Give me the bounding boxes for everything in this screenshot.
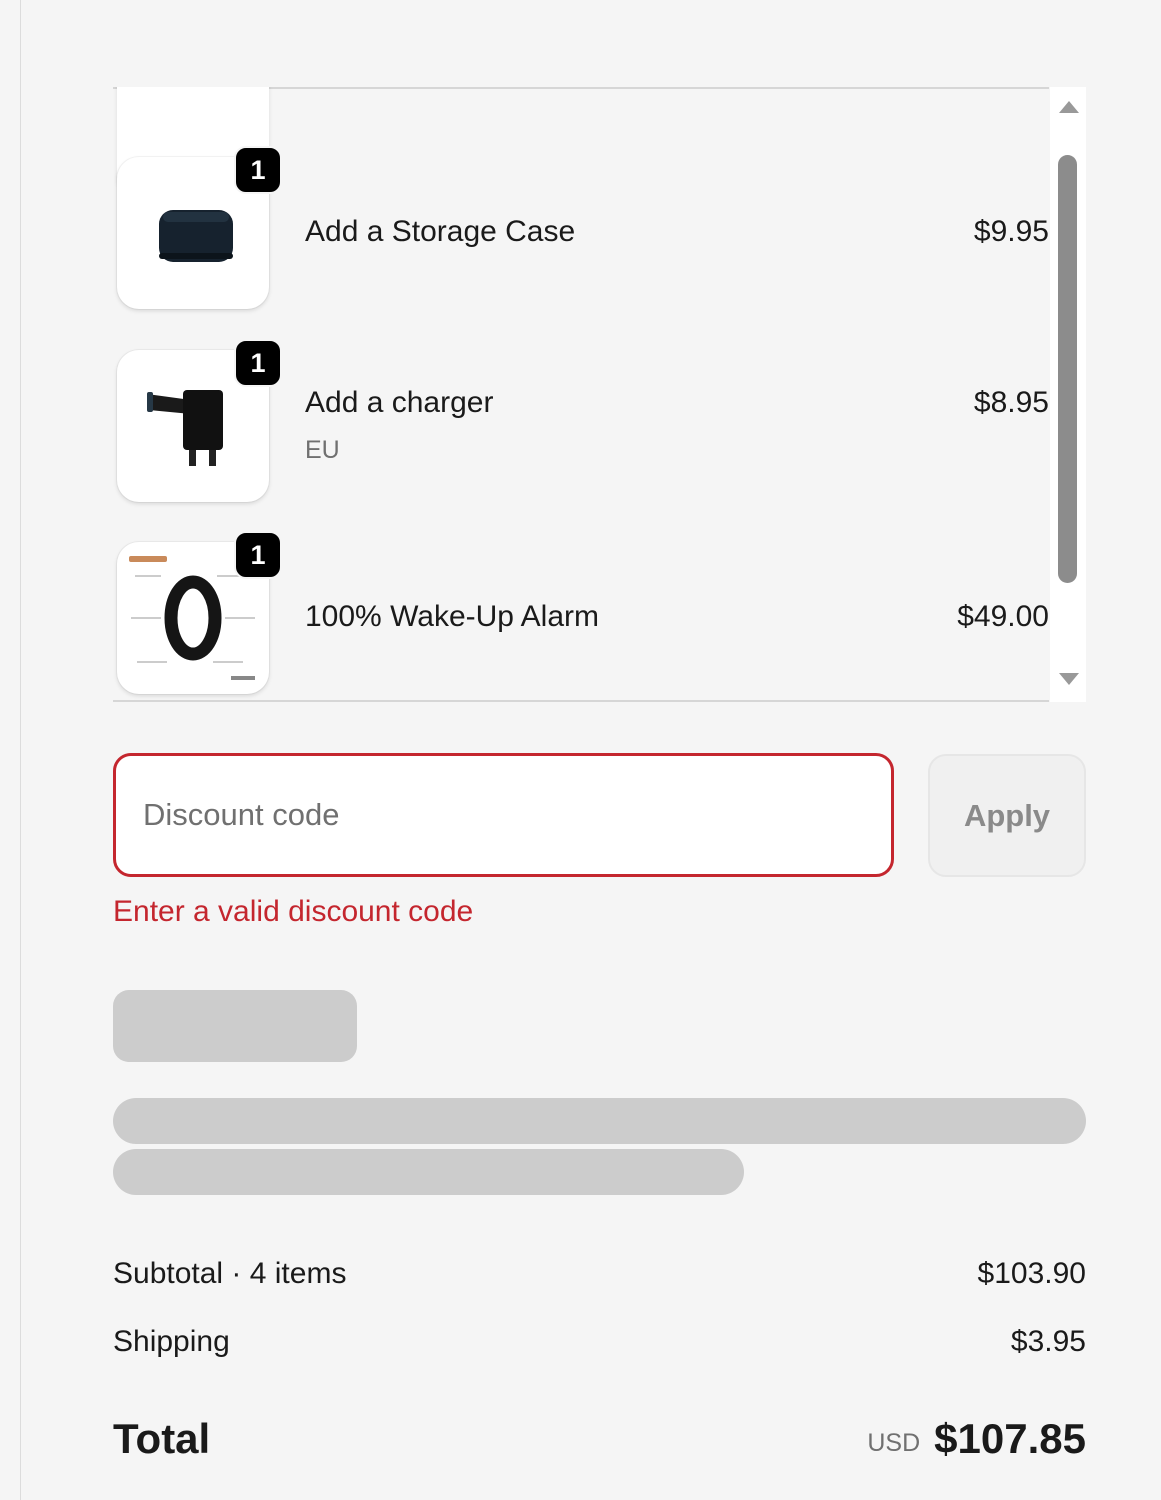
item-name: Add a charger — [305, 386, 494, 419]
quantity-badge: 1 — [234, 146, 282, 194]
total-label: Total — [113, 1415, 211, 1462]
currency-code: USD — [867, 1429, 921, 1457]
list-item: 1 100% Wake-Up Alarm $49.00 — [113, 531, 1049, 696]
shipping-value: $3.95 — [1010, 1325, 1086, 1358]
discount-code-input[interactable] — [113, 753, 894, 877]
item-name: 100% Wake-Up Alarm — [305, 600, 599, 633]
item-name: Add a Storage Case — [305, 215, 576, 248]
scrollbar-thumb[interactable] — [1058, 155, 1077, 584]
scroll-up-arrow-icon[interactable] — [1059, 101, 1079, 113]
total-value: $107.85 — [934, 1415, 1086, 1462]
total-amount: USD $107.85 — [867, 1415, 1086, 1463]
subtotal-label: Subtotal · 4 items — [113, 1257, 347, 1290]
apply-discount-button[interactable]: Apply — [928, 754, 1086, 877]
sidebar-divider — [20, 0, 21, 1500]
item-price: $49.00 — [957, 600, 1049, 633]
subtotal-value: $103.90 — [977, 1257, 1086, 1290]
loading-skeleton-block — [113, 990, 357, 1062]
quantity-badge: 1 — [234, 531, 282, 579]
loading-skeleton-line — [113, 1149, 744, 1195]
discount-error-message: Enter a valid discount code — [113, 895, 474, 928]
loading-skeleton-line — [113, 1098, 1086, 1144]
list-item: 1 Add a Storage Case $9.95 — [113, 146, 1049, 311]
line-items-list[interactable]: 1 Add a Storage Case $9.95 1 Add a charg… — [113, 87, 1086, 702]
item-price: $9.95 — [973, 215, 1049, 248]
scroll-down-arrow-icon[interactable] — [1059, 673, 1079, 685]
items-scrollbar[interactable] — [1050, 87, 1086, 702]
shipping-label: Shipping — [113, 1325, 230, 1358]
quantity-badge: 1 — [234, 339, 282, 387]
list-bottom-divider — [113, 700, 1049, 702]
list-item: 1 Add a charger EU $8.95 — [113, 339, 1049, 504]
scrollbar-track[interactable] — [1056, 123, 1080, 658]
item-price: $8.95 — [973, 386, 1049, 419]
item-variant: EU — [305, 436, 340, 464]
